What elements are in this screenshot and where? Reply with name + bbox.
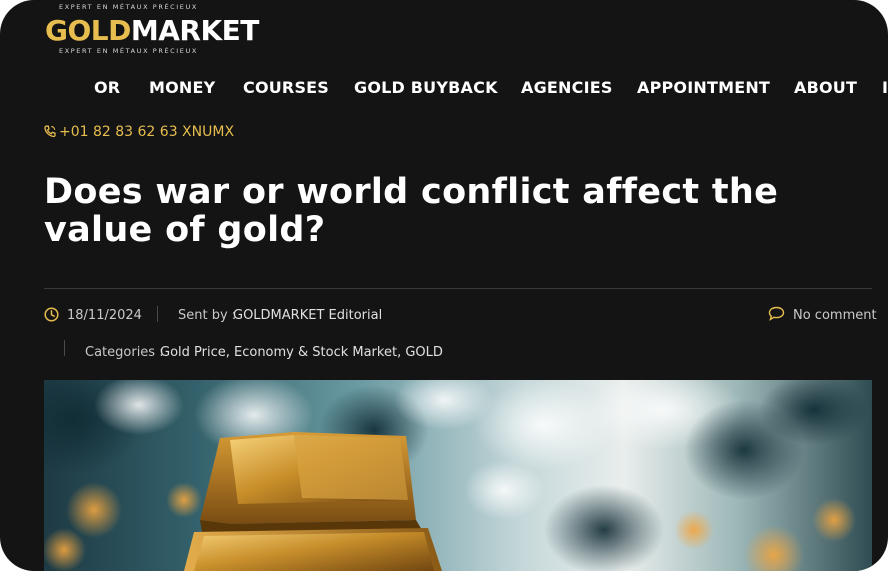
comment-icon <box>768 306 785 321</box>
nav-item-appointment[interactable]: APPOINTMENT <box>637 78 770 97</box>
nav-item-courses[interactable]: COURSES <box>243 78 329 97</box>
nav-item-truncated[interactable]: I <box>882 78 888 97</box>
phone-number: +01 82 83 62 63 XNUMX <box>59 124 235 140</box>
article-title: Does war or world conflict affect the va… <box>44 172 779 250</box>
phone-contact[interactable]: +01 82 83 62 63 XNUMX <box>44 124 234 140</box>
nav-item-or[interactable]: OR <box>94 78 120 97</box>
page-frame: EXPERT EN MÉTAUX PRÉCIEUX GOLDMARKET EXP… <box>0 0 888 571</box>
meta-separator <box>157 306 158 322</box>
nav-item-money[interactable]: MONEY <box>149 78 215 97</box>
logo-word-market: MARKET <box>130 14 260 47</box>
logo-tagline-top: EXPERT EN MÉTAUX PRÉCIEUX <box>59 3 198 11</box>
sent-by-label: Sent by : <box>178 308 237 323</box>
categories-label: Categories : <box>85 345 164 360</box>
categories-separator <box>64 340 65 356</box>
gold-bars-illustration <box>44 380 869 571</box>
hero-image <box>44 380 872 571</box>
post-categories[interactable]: Gold Price, Economy & Stock Market, GOLD <box>160 345 443 360</box>
logo-wordmark: GOLDMARKET <box>45 14 259 47</box>
nav-item-gold-buyback[interactable]: GOLD BUYBACK <box>354 78 498 97</box>
logo-word-gold: GOLD <box>45 14 131 47</box>
site-logo[interactable]: EXPERT EN MÉTAUX PRÉCIEUX GOLDMARKET EXP… <box>45 2 259 58</box>
post-date: 18/11/2024 <box>67 308 142 323</box>
clock-icon <box>44 307 59 322</box>
phone-icon <box>44 125 56 138</box>
nav-item-agencies[interactable]: AGENCIES <box>521 78 613 97</box>
logo-tagline-bottom: EXPERT EN MÉTAUX PRÉCIEUX <box>59 47 198 55</box>
title-divider <box>44 288 872 289</box>
post-author[interactable]: GOLDMARKET Editorial <box>233 308 382 323</box>
nav-item-about[interactable]: ABOUT <box>794 78 857 97</box>
main-nav: OR MONEY COURSES GOLD BUYBACK AGENCIES A… <box>0 78 888 100</box>
comment-count[interactable]: No comment <box>793 308 877 323</box>
